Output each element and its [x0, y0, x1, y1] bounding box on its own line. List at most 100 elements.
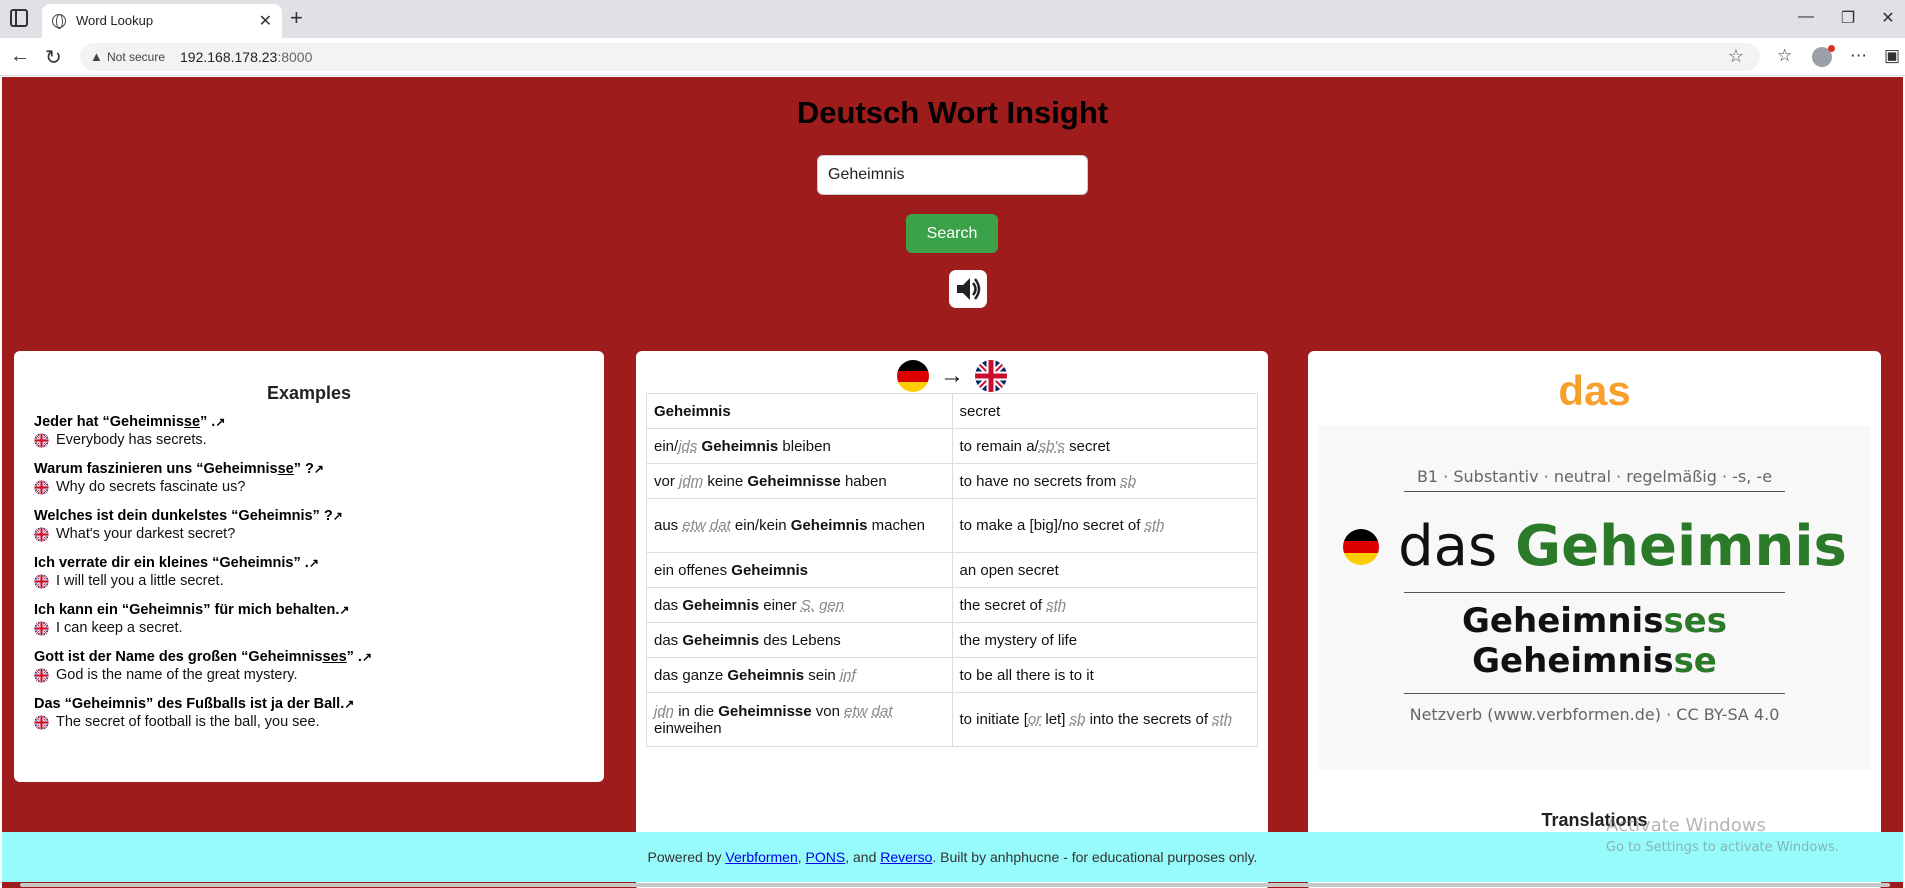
back-icon[interactable]: ← — [10, 45, 30, 68]
pons-link[interactable]: PONS — [806, 849, 846, 865]
example-english: Why do secrets fascinate us? — [34, 478, 594, 496]
example-english: The secret of football is the ball, you … — [34, 713, 594, 731]
example-german: Das “Geheimnis” des Fußballs ist ja der … — [34, 696, 355, 712]
translation-row: ein offenes Geheimnis an open secret — [646, 552, 1258, 588]
english-phrase-cell: the secret of sth — [951, 587, 1258, 623]
close-window-icon[interactable]: ✕ — [1876, 8, 1900, 28]
declension-forms: Geheimnisses Geheimnisse — [1318, 601, 1871, 681]
german-flag-icon — [897, 360, 929, 392]
url-text: 192.168.178.23:8000 — [180, 49, 313, 65]
close-tab-icon[interactable]: ✕ — [259, 11, 272, 31]
english-phrase-cell: to be all there is to it — [951, 657, 1258, 693]
speaker-button[interactable] — [949, 270, 987, 308]
uk-flag-icon — [34, 432, 49, 448]
german-phrase-cell: das Geheimnis einer S. gen — [646, 587, 953, 623]
example-english: What's your darkest secret? — [34, 525, 594, 543]
example-item: Gott ist der Name des großen “Geheimniss… — [34, 648, 594, 695]
windows-activation-watermark: Activate Windows Go to Settings to activ… — [1606, 815, 1839, 855]
external-link-icon[interactable]: ↗ — [309, 556, 319, 570]
example-german: Gott ist der Name des großen “Geheimniss… — [34, 649, 373, 665]
grammar-source: Netzverb (www.verbformen.de) · CC BY-SA … — [1409, 705, 1780, 724]
example-item: Ich kann ein “Geheimnis” für mich behalt… — [34, 601, 594, 648]
example-english: I can keep a secret. — [34, 619, 594, 637]
english-phrase-cell: secret — [951, 393, 1258, 429]
restore-icon[interactable]: ❐ — [1836, 8, 1860, 28]
search-button[interactable]: Search — [906, 214, 998, 253]
horizontal-scrollbar[interactable] — [20, 883, 1890, 887]
external-link-icon[interactable]: ↗ — [362, 650, 372, 664]
speaker-icon — [957, 278, 981, 300]
site-title: Deutsch Wort Insight — [796, 95, 1109, 130]
more-menu-icon[interactable]: ⋯ — [1850, 46, 1867, 66]
english-phrase-cell: to initiate [or let] sb into the secrets… — [951, 692, 1258, 747]
german-flag-icon — [1343, 528, 1380, 565]
verbformen-link[interactable]: Verbformen — [725, 849, 797, 865]
example-item: Ich verrate dir ein kleines “Geheimnis” … — [34, 554, 594, 601]
browser-tab[interactable]: Word Lookup ✕ — [42, 4, 282, 38]
external-link-icon[interactable]: ↗ — [339, 603, 349, 617]
translation-row: das Geheimnis des Lebens the mystery of l… — [646, 622, 1258, 658]
example-english: Everybody has secrets. — [34, 431, 594, 449]
example-item: Warum faszinieren uns “Geheimnisse” ?↗ Wh… — [34, 460, 594, 507]
german-phrase-cell: ein offenes Geheimnis — [646, 552, 953, 588]
uk-flag-icon — [34, 620, 49, 636]
external-link-icon[interactable]: ↗ — [344, 697, 354, 711]
globe-icon — [52, 14, 66, 29]
translation-panel: → Geheimnis secret ein/jds Geheimnis bleib… — [636, 351, 1268, 888]
translation-row: das ganze Geheimnis sein inf to be all th… — [646, 657, 1258, 693]
page-content: Deutsch Wort Insight Search Examples Jed… — [2, 77, 1903, 888]
grammar-panel: das B1 · Substantiv · neutral · regelmäß… — [1308, 351, 1881, 888]
article-label: das — [1558, 367, 1631, 414]
genitive-form: Geheimnisses — [1462, 601, 1727, 641]
example-german: Jeder hat “Geheimnisse” .↗ — [34, 414, 226, 430]
example-item: Jeder hat “Geheimnisse” .↗ Everybody has … — [34, 413, 594, 460]
example-english: God is the name of the great mystery. — [34, 666, 594, 684]
reverso-link[interactable]: Reverso — [880, 849, 932, 865]
sidebar-icon[interactable]: ▣ — [1884, 46, 1900, 66]
german-phrase-cell: aus etw dat ein/kein Geheimnis machen — [646, 498, 953, 553]
example-german: Ich kann ein “Geheimnis” für mich behalt… — [34, 602, 350, 618]
external-link-icon[interactable]: ↗ — [215, 415, 225, 429]
german-phrase-cell: ein/jds Geheimnis bleiben — [646, 428, 953, 464]
translation-row: vor jdm keine Geheimnisse haben to have n… — [646, 463, 1258, 499]
not-secure-label[interactable]: Not secure — [107, 50, 165, 64]
direction-arrow: → — [940, 362, 964, 389]
url-field[interactable]: ▲ Not secure 192.168.178.23:8000 ☆ — [80, 43, 1760, 71]
address-bar: ← ↻ ▲ Not secure 192.168.178.23:8000 ☆ ☆… — [0, 38, 1905, 76]
translation-row: Geheimnis secret — [646, 393, 1258, 429]
new-tab-icon[interactable]: + — [290, 5, 303, 31]
favorites-icon[interactable]: ☆ — [1777, 46, 1792, 66]
translation-row: das Geheimnis einer S. gen the secret of … — [646, 587, 1258, 623]
uk-flag-icon — [975, 360, 1007, 392]
german-phrase-cell: Geheimnis — [646, 393, 953, 429]
external-link-icon[interactable]: ↗ — [333, 509, 343, 523]
minimize-icon[interactable]: — — [1794, 8, 1818, 26]
headword: das Geheimnis — [1318, 514, 1871, 579]
english-phrase-cell: an open secret — [951, 552, 1258, 588]
headword-article: das — [1398, 514, 1498, 579]
german-phrase-cell: vor jdm keine Geheimnisse haben — [646, 463, 953, 499]
english-phrase-cell: to make a [big]/no secret of sth — [951, 498, 1258, 553]
german-phrase-cell: jdn in die Geheimnisse von etw dat einwe… — [646, 692, 953, 747]
search-input[interactable] — [817, 155, 1088, 195]
headword-noun: Geheimnis — [1515, 514, 1847, 579]
divider — [1404, 491, 1785, 492]
example-item: Das “Geheimnis” des Fußballs ist ja der … — [34, 695, 594, 742]
uk-flag-icon — [34, 526, 49, 542]
tab-actions-icon[interactable] — [10, 9, 28, 27]
external-link-icon[interactable]: ↗ — [314, 462, 324, 476]
favorite-star-icon[interactable]: ☆ — [1728, 46, 1744, 67]
examples-panel: Examples Jeder hat “Geheimnisse” .↗ Every… — [14, 351, 604, 782]
plural-form: Geheimnisse — [1472, 641, 1717, 681]
german-phrase-cell: das ganze Geheimnis sein inf — [646, 657, 953, 693]
divider — [1404, 693, 1785, 694]
examples-heading: Examples — [266, 383, 352, 403]
english-phrase-cell: to remain a/sb's secret — [951, 428, 1258, 464]
uk-flag-icon — [34, 714, 49, 730]
tab-title: Word Lookup — [76, 13, 154, 28]
reload-icon[interactable]: ↻ — [45, 45, 62, 70]
example-english: I will tell you a little secret. — [34, 572, 594, 590]
english-phrase-cell: to have no secrets from sb — [951, 463, 1258, 499]
english-phrase-cell: the mystery of life — [951, 622, 1258, 658]
uk-flag-icon — [34, 573, 49, 589]
